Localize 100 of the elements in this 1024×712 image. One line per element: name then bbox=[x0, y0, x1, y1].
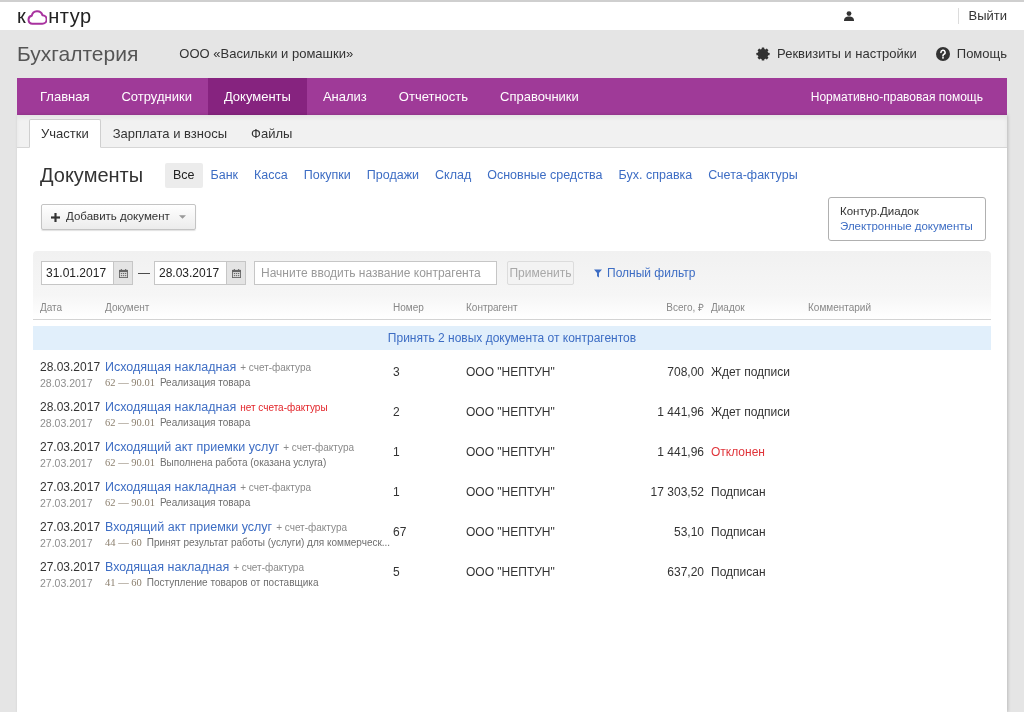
counterparty-name: ООО "НЕПТУН" bbox=[466, 365, 555, 379]
full-filter-link[interactable]: Полный фильтр bbox=[594, 264, 696, 282]
invoice-note: нет счета-фактуры bbox=[240, 401, 328, 415]
caret-icon bbox=[178, 215, 186, 219]
document-number: 1 bbox=[393, 485, 400, 499]
document-link[interactable]: Исходящий акт приемки услуг bbox=[105, 439, 280, 456]
diadoc-status: Подписан bbox=[711, 565, 766, 579]
amount: 637,20 bbox=[667, 565, 704, 579]
counterparty-name: ООО "НЕПТУН" bbox=[466, 565, 555, 579]
document-number: 67 bbox=[393, 525, 407, 539]
document-number: 1 bbox=[393, 445, 400, 459]
section-tab[interactable]: Файлы bbox=[239, 119, 305, 148]
column-header: Комментарий bbox=[808, 301, 871, 313]
app-title: Бухгалтерия bbox=[17, 41, 139, 68]
posting-date: 27.03.2017 bbox=[40, 576, 93, 590]
posting-date: 27.03.2017 bbox=[40, 536, 93, 550]
amount: 17 303,52 bbox=[650, 485, 704, 499]
date-field[interactable]: 28.03.2017 bbox=[154, 261, 227, 285]
filter-icon bbox=[594, 268, 602, 278]
operation-text: Реализация товара bbox=[159, 496, 251, 510]
filter-tab[interactable]: Касса bbox=[246, 163, 296, 188]
invoice-note: + счет-фактура bbox=[283, 441, 355, 455]
account-codes: 62 — 90.01 bbox=[105, 416, 155, 430]
document-link[interactable]: Исходящая накладная bbox=[105, 399, 237, 416]
logo[interactable]: к нтур bbox=[17, 5, 92, 27]
document-link[interactable]: Исходящая накладная bbox=[105, 479, 237, 496]
electronic-documents-link[interactable]: Электронные документы bbox=[840, 219, 973, 234]
amount: 53,10 bbox=[673, 525, 704, 539]
posting-date: 28.03.2017 bbox=[40, 416, 93, 430]
posting-date: 28.03.2017 bbox=[40, 376, 93, 390]
nav-tab[interactable]: Документы bbox=[207, 78, 307, 115]
amount: 1 441,96 bbox=[657, 445, 704, 459]
counterparty-name: ООО "НЕПТУН" bbox=[466, 485, 555, 499]
filter-tab[interactable]: Счета-фактуры bbox=[700, 163, 806, 188]
document-number: 3 bbox=[393, 365, 400, 379]
column-header: Документ bbox=[105, 301, 150, 313]
document-date: 27.03.2017 bbox=[40, 479, 101, 496]
account-codes: 62 — 90.01 bbox=[105, 496, 155, 510]
document-link[interactable]: Входящий акт приемки услуг bbox=[105, 519, 273, 536]
filter-tab[interactable]: Склад bbox=[427, 163, 480, 188]
accept-documents-link[interactable]: Принять 2 новых документа от контрагентов bbox=[387, 329, 637, 347]
amount: 1 441,96 bbox=[657, 405, 704, 419]
calendar-icon bbox=[118, 268, 128, 278]
section-tab[interactable]: Зарплата и взносы bbox=[100, 119, 240, 148]
operation-text: Реализация товара bbox=[159, 376, 251, 390]
section-tab[interactable]: Участки bbox=[29, 119, 101, 148]
column-header: Номер bbox=[393, 301, 424, 313]
nav-tab[interactable]: Отчетность bbox=[382, 78, 485, 115]
document-date: 28.03.2017 bbox=[40, 359, 101, 376]
diadoc-status: Отклонен bbox=[711, 445, 765, 459]
logout-link[interactable]: Выйти bbox=[968, 6, 1007, 26]
document-number: 5 bbox=[393, 565, 400, 579]
diadoc-status: Подписан bbox=[711, 485, 766, 499]
operation-text: Реализация товара bbox=[159, 416, 251, 430]
calendar-icon bbox=[231, 268, 241, 278]
invoice-note: + счет-фактура bbox=[240, 481, 312, 495]
document-number: 2 bbox=[393, 405, 400, 419]
account-codes: 44 — 60 bbox=[105, 536, 142, 550]
organization-name: ООО «Васильки и ромашки» bbox=[179, 45, 354, 64]
settings-link[interactable]: Реквизиты и настройки bbox=[756, 44, 917, 64]
search-field[interactable]: Начните вводить название контрагента bbox=[254, 261, 497, 285]
operation-text: Принят результат работы (услуги) для коммерческ... bbox=[146, 536, 391, 550]
legal-help-link[interactable]: Нормативно-правовая помощь bbox=[810, 87, 983, 106]
user-icon bbox=[843, 11, 854, 21]
diadoc-status: Ждет подписи bbox=[711, 365, 790, 379]
help-link[interactable]: Помощь bbox=[935, 44, 1007, 64]
document-date: 28.03.2017 bbox=[40, 399, 101, 416]
operation-text: Поступление товаров от поставщика bbox=[146, 576, 319, 590]
nav-tab[interactable]: Справочники bbox=[484, 78, 595, 115]
date-field[interactable]: 31.01.2017 bbox=[41, 261, 114, 285]
diadoc-status: Подписан bbox=[711, 525, 766, 539]
filter-tab[interactable]: Банк bbox=[202, 163, 247, 188]
diadoc-title: Контур.Диадок bbox=[840, 204, 919, 219]
document-link[interactable]: Входящая накладная bbox=[105, 559, 230, 576]
filter-tab[interactable]: Покупки bbox=[295, 163, 359, 188]
range-dash: — bbox=[138, 265, 150, 282]
document-date: 27.03.2017 bbox=[40, 439, 101, 456]
account-codes: 41 — 60 bbox=[105, 576, 142, 590]
filter-tab[interactable]: Продажи bbox=[358, 163, 427, 188]
invoice-note: + счет-фактура bbox=[240, 361, 312, 375]
column-header: Диадок bbox=[711, 301, 745, 313]
invoice-note: + счет-фактура bbox=[276, 521, 347, 535]
operation-text: Выполнена работа (оказана услуга) bbox=[159, 456, 327, 470]
help-icon bbox=[935, 47, 950, 61]
calendar-button[interactable] bbox=[227, 261, 246, 285]
nav-tab[interactable]: Анализ bbox=[306, 78, 383, 115]
counterparty-name: ООО "НЕПТУН" bbox=[466, 445, 555, 459]
calendar-button[interactable] bbox=[114, 261, 133, 285]
nav-tab[interactable]: Главная bbox=[24, 78, 106, 115]
document-date: 27.03.2017 bbox=[40, 519, 101, 536]
posting-date: 27.03.2017 bbox=[40, 496, 93, 510]
invoice-note: + счет-фактура bbox=[233, 561, 304, 575]
filter-tab[interactable]: Все bbox=[165, 163, 203, 188]
filter-tab[interactable]: Бух. справка bbox=[610, 163, 701, 188]
document-link[interactable]: Исходящая накладная bbox=[105, 359, 237, 376]
filter-tab[interactable]: Основные средства bbox=[479, 163, 611, 188]
add-document-button[interactable]: Добавить документ bbox=[41, 204, 196, 230]
nav-tab[interactable]: Сотрудники bbox=[105, 78, 208, 115]
amount: 708,00 bbox=[667, 365, 704, 379]
account-codes: 62 — 90.01 bbox=[105, 376, 155, 390]
